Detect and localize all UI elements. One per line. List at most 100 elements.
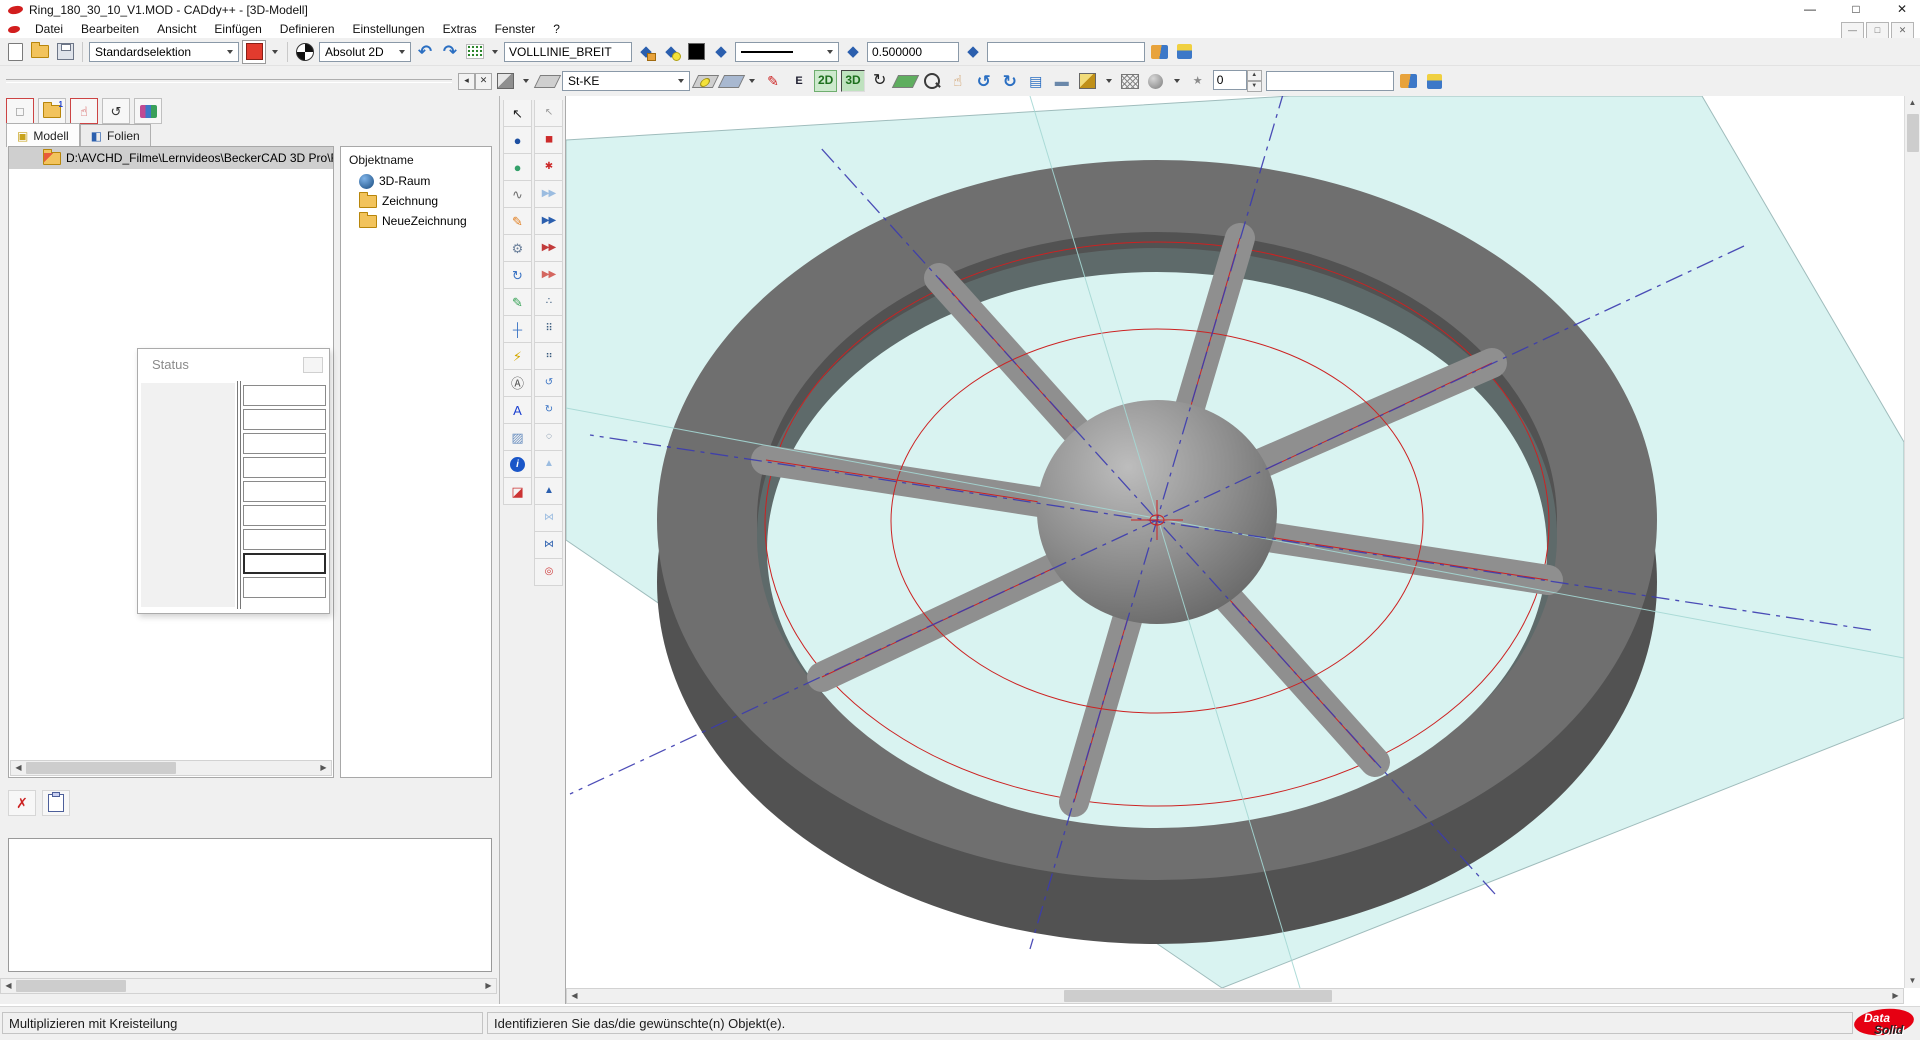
modify-wrench-tool[interactable]: ⚙ <box>503 235 532 262</box>
move-up-dark-tool[interactable]: ▲ <box>534 478 563 505</box>
viewport-vertical-scrollbar[interactable]: ▲ ▼ <box>1904 96 1920 988</box>
pan-button[interactable]: ☝ <box>947 70 969 92</box>
scroll-thumb[interactable] <box>26 762 176 774</box>
model-viewport[interactable] <box>566 96 1904 988</box>
open-file-button[interactable] <box>29 41 51 63</box>
zoom-button[interactable] <box>921 70 943 92</box>
select-tool[interactable]: ↖ <box>503 100 532 127</box>
menu-definieren[interactable]: Definieren <box>271 20 344 38</box>
plane-align-button[interactable] <box>720 70 742 92</box>
delete-attribute-button[interactable]: ✗ <box>8 790 36 816</box>
redo-button[interactable]: ↷ <box>439 41 461 63</box>
menu-einstellungen[interactable]: Einstellungen <box>344 20 434 38</box>
hatch-display-button[interactable] <box>1119 70 1141 92</box>
mirror-light-tool[interactable]: ⋈ <box>534 505 563 532</box>
close-button[interactable]: ✕ <box>1892 0 1912 18</box>
wire-path-tool[interactable]: ∿ <box>503 181 532 208</box>
object-3d-raum[interactable]: 3D-Raum <box>341 171 491 191</box>
rotate-copy-tool[interactable]: ↻ <box>503 262 532 289</box>
menu-extras[interactable]: Extras <box>434 20 486 38</box>
tree-horizontal-scrollbar[interactable]: ◀ ▶ <box>10 760 332 776</box>
scroll-left-icon[interactable]: ◀ <box>1 979 16 993</box>
line-style-name-input[interactable] <box>504 42 632 62</box>
contrast-mode-button[interactable] <box>294 41 316 63</box>
view-2d-button[interactable]: 2D <box>814 70 837 92</box>
grid-snap-dropdown[interactable] <box>489 41 501 63</box>
select-3d-tool[interactable]: ↖ <box>534 100 563 127</box>
menu-hilfe[interactable]: ? <box>544 20 569 38</box>
translate-dark-tool[interactable]: ▶▶ <box>534 208 563 235</box>
tab-modell[interactable]: ▣ Modell <box>6 123 80 147</box>
view-3d-button[interactable]: 3D <box>841 70 864 92</box>
sphere-green-tool[interactable]: ● <box>503 154 532 181</box>
view-group-users-button[interactable] <box>1398 70 1420 92</box>
orbit-button[interactable]: ↻ <box>869 70 891 92</box>
grid-snap-button[interactable] <box>464 41 486 63</box>
spinner-up-button[interactable]: ▲ <box>1247 70 1262 81</box>
workplane-combobox[interactable]: St-KE <box>562 71 690 91</box>
point-cross-tool[interactable]: ┼ <box>503 316 532 343</box>
dock-collapse-button[interactable]: ◂ <box>458 73 475 90</box>
viewport-horizontal-scrollbar[interactable]: ◀ ▶ <box>566 988 1904 1004</box>
sketch-pencil-tool[interactable]: ✎ <box>503 208 532 235</box>
status-window-button[interactable] <box>303 357 323 373</box>
dots-3-tool[interactable]: ∴ <box>534 289 563 316</box>
line-width-diamond-button[interactable]: ◆ <box>842 41 864 63</box>
panel-reset-button[interactable]: ↺ <box>102 98 130 124</box>
plane-sketch-button[interactable]: ✎ <box>762 70 784 92</box>
zoom-previous-button[interactable]: ▤ <box>1025 70 1047 92</box>
dots-circle-tool[interactable]: ◌ <box>534 424 563 451</box>
menu-datei[interactable]: Datei <box>26 20 72 38</box>
measure-label-tool[interactable]: Ⓐ <box>503 370 532 397</box>
solid-box-button[interactable] <box>1077 70 1099 92</box>
coordinate-mode-combobox[interactable]: Absolut 2D <box>319 42 411 62</box>
scroll-down-icon[interactable]: ▼ <box>1905 974 1920 988</box>
view-user-highlight-button[interactable] <box>1424 70 1446 92</box>
status-field[interactable] <box>243 385 326 406</box>
user-highlight-button[interactable] <box>1173 41 1195 63</box>
translate-light-tool[interactable]: ▶▶ <box>534 181 563 208</box>
scroll-left-icon[interactable]: ◀ <box>11 761 26 775</box>
restore-button[interactable]: □ <box>1846 0 1866 18</box>
layer-diamond-button[interactable]: ◆ <box>635 41 657 63</box>
view-free-input[interactable] <box>1266 71 1394 91</box>
panel-grab-button[interactable]: ☝ <box>70 98 98 124</box>
scroll-thumb[interactable] <box>1907 114 1919 152</box>
scroll-right-icon[interactable]: ▶ <box>481 979 496 993</box>
info-tool[interactable]: i <box>503 451 532 478</box>
dots-grid-tool[interactable]: ⠿ <box>534 316 563 343</box>
menu-bearbeiten[interactable]: Bearbeiten <box>72 20 148 38</box>
translate-measure-2-tool[interactable]: ▶▶ <box>534 262 563 289</box>
center-circle-tool[interactable]: ◎ <box>534 559 563 586</box>
mirror-dark-tool[interactable]: ⋈ <box>534 532 563 559</box>
menu-fenster[interactable]: Fenster <box>486 20 545 38</box>
erase-tool[interactable]: ◪ <box>503 478 532 505</box>
attribute-diamond-button[interactable]: ◆ <box>962 41 984 63</box>
move-up-light-tool[interactable]: ▲ <box>534 451 563 478</box>
translate-measure-tool[interactable]: ▶▶ <box>534 235 563 262</box>
plane-align-dropdown[interactable] <box>746 70 758 92</box>
material-sphere-dropdown[interactable] <box>1171 70 1183 92</box>
panel-users-button[interactable] <box>134 98 162 124</box>
layer-spinner-input[interactable] <box>1213 70 1247 90</box>
draw-green-pencil-tool[interactable]: ✎ <box>503 289 532 316</box>
scroll-thumb[interactable] <box>1064 990 1332 1002</box>
selection-color-button[interactable] <box>242 40 266 64</box>
status-field[interactable] <box>243 577 326 598</box>
scroll-right-icon[interactable]: ▶ <box>316 761 331 775</box>
workplane-button[interactable] <box>536 70 558 92</box>
status-field[interactable] <box>243 481 326 502</box>
hatch-tool[interactable]: ▨ <box>503 424 532 451</box>
material-sphere-button[interactable] <box>1145 70 1167 92</box>
group-users-button[interactable] <box>1148 41 1170 63</box>
panel-delete-button[interactable]: ◻ <box>6 98 34 124</box>
minimize-button[interactable]: — <box>1800 0 1820 18</box>
status-window-titlebar[interactable]: Status <box>138 349 329 379</box>
solid-box-dropdown[interactable] <box>1103 70 1115 92</box>
status-field[interactable] <box>243 409 326 430</box>
attribute-list-box[interactable] <box>8 838 492 972</box>
lightning-tool[interactable]: ⚡ <box>503 343 532 370</box>
mdi-close-button[interactable]: ✕ <box>1891 22 1914 39</box>
view-cube-button[interactable] <box>494 70 516 92</box>
solid-cube-tool[interactable]: ◼ <box>534 127 563 154</box>
